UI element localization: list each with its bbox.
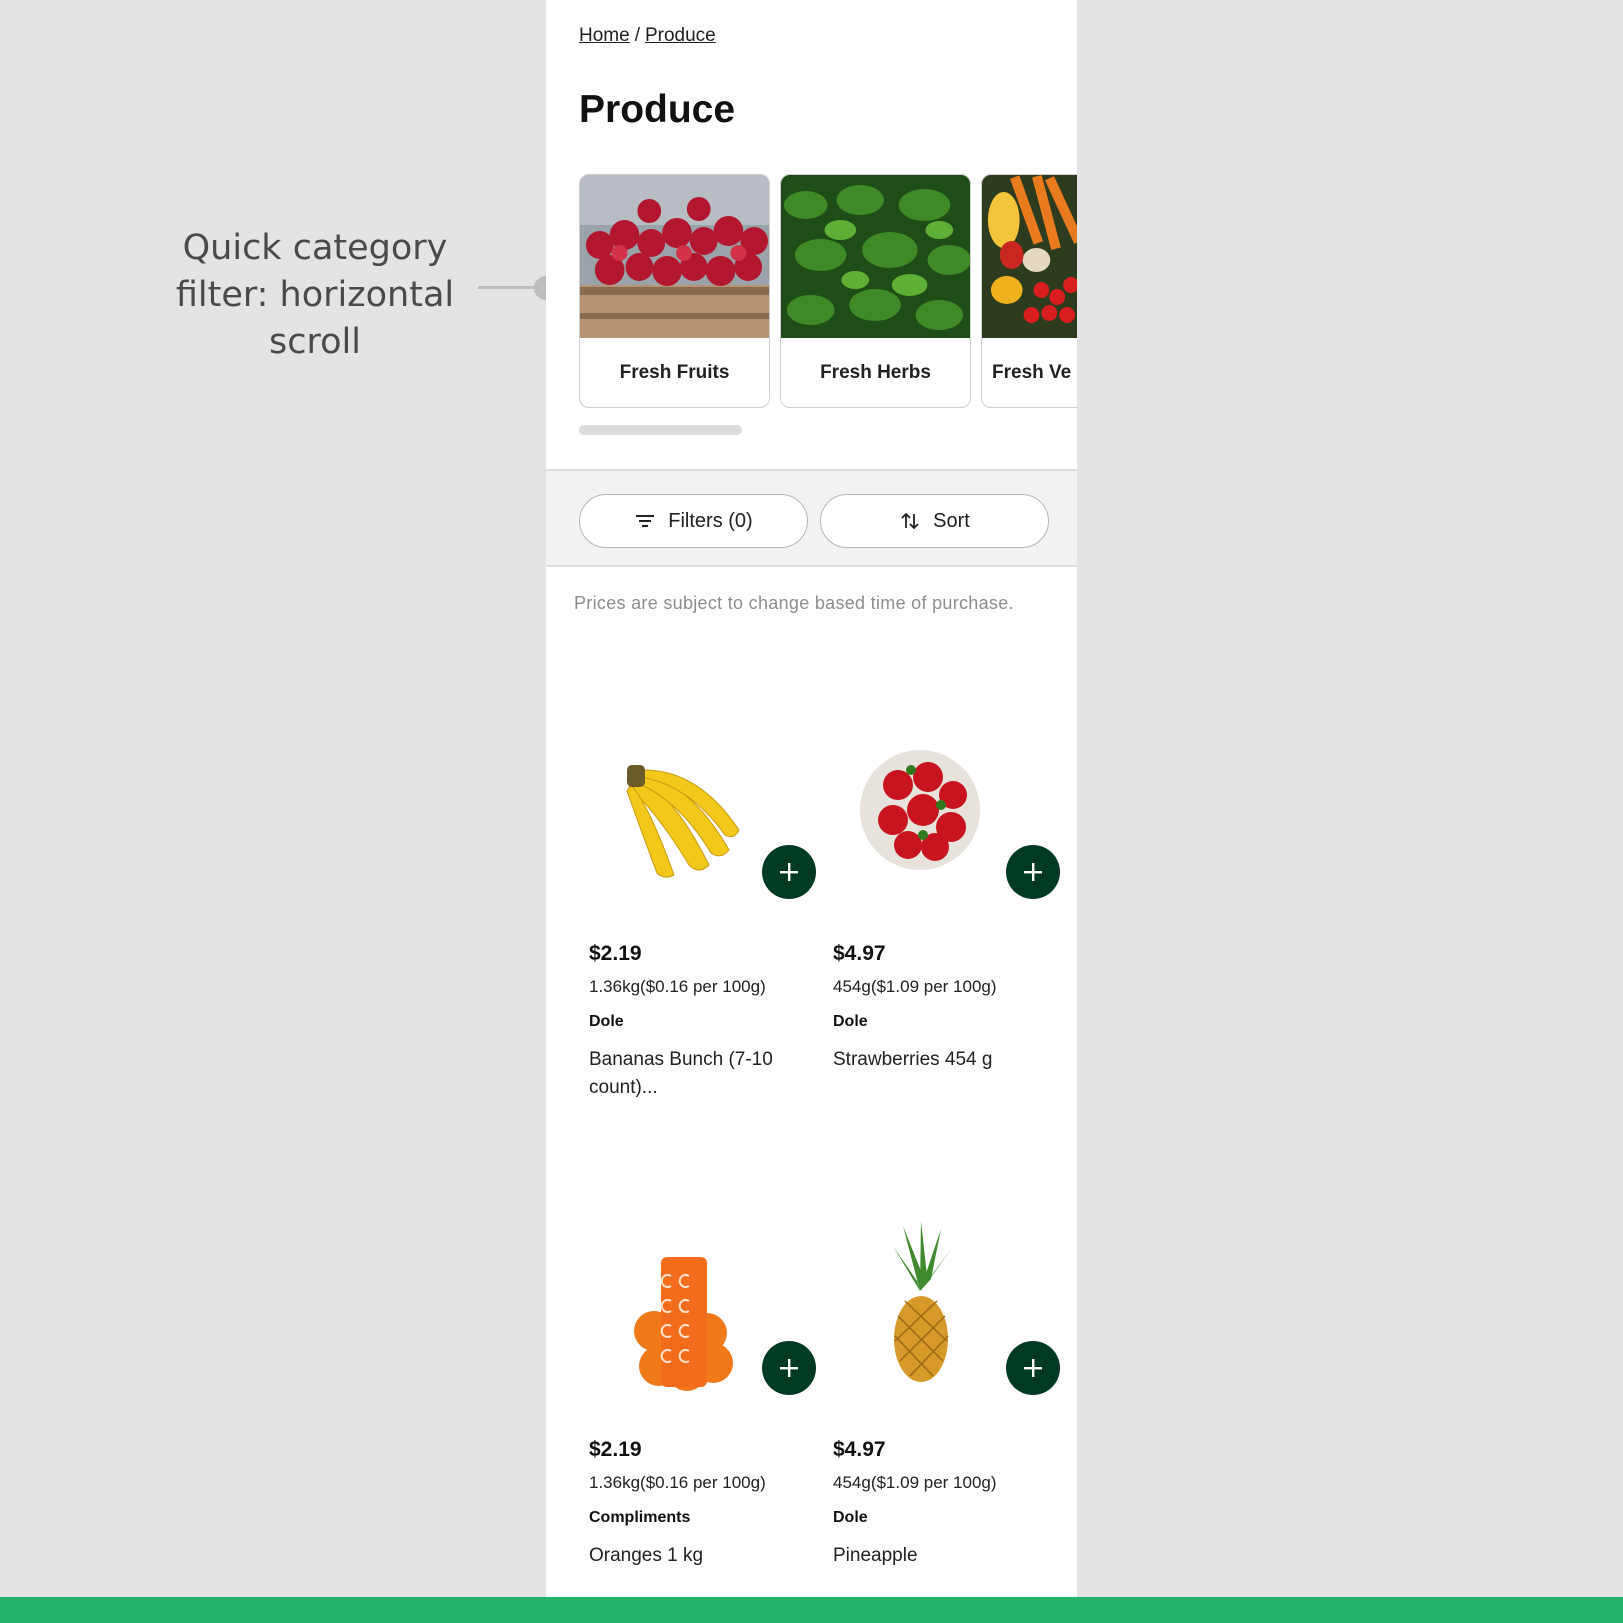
mixed-vegetables-photo — [982, 175, 1077, 338]
price-notice: Prices are subject to change based time … — [574, 593, 1014, 613]
category-label: Fresh Herbs — [820, 362, 931, 383]
product-name[interactable]: Bananas Bunch (7-10 count)... — [589, 1046, 789, 1102]
product-name[interactable]: Strawberries 454 g — [833, 1046, 1033, 1074]
product-price: $2.19 — [589, 1438, 642, 1461]
category-label: Fresh Fruits — [619, 362, 730, 383]
product-brand: Dole — [833, 1013, 868, 1030]
product-unit-price: 454g($1.09 per 100g) — [833, 977, 997, 996]
sort-arrows-icon — [901, 512, 919, 530]
page-title: Produce — [579, 88, 736, 131]
product-price: $2.19 — [589, 942, 642, 965]
sort-button[interactable]: Sort — [820, 494, 1049, 548]
filter-sort-bar: Filters (0) Sort — [546, 469, 1077, 567]
product-brand: Dole — [833, 1509, 868, 1526]
filter-icon — [636, 515, 655, 527]
breadcrumb-home-link[interactable]: Home — [579, 25, 630, 46]
add-to-cart-button[interactable] — [1006, 845, 1060, 899]
category-card-fresh-fruits[interactable]: Fresh Fruits — [579, 174, 770, 408]
bottom-accent-bar — [0, 1597, 1623, 1623]
add-to-cart-button[interactable] — [1006, 1341, 1060, 1395]
product-price: $4.97 — [833, 1438, 886, 1461]
plus-icon — [780, 1359, 798, 1377]
product-unit-price: 454g($1.09 per 100g) — [833, 1473, 997, 1492]
sort-label: Sort — [933, 509, 970, 532]
mobile-screen: Home / Produce Produce Fresh Fruits Fres… — [546, 0, 1077, 1597]
product-name[interactable]: Pineapple — [833, 1542, 1033, 1570]
category-scrollbar[interactable] — [579, 425, 742, 435]
product-card-pineapple[interactable]: $4.97 454g($1.09 per 100g) Dole Pineappl… — [823, 1221, 1060, 1591]
strawberries-crate-photo — [580, 175, 769, 338]
basil-herbs-photo — [781, 175, 970, 338]
breadcrumb-produce-link[interactable]: Produce — [645, 25, 716, 46]
product-card-bananas[interactable]: $2.19 1.36kg($0.16 per 100g) Dole Banana… — [579, 725, 816, 1105]
category-card-fresh-vegetables[interactable]: Fresh Ve — [981, 174, 1077, 408]
product-name[interactable]: Oranges 1 kg — [589, 1542, 789, 1570]
product-card-oranges[interactable]: $2.19 1.36kg($0.16 per 100g) Compliments… — [579, 1221, 816, 1591]
category-label: Fresh Ve — [992, 362, 1072, 383]
category-scroller[interactable]: Fresh Fruits Fresh Herbs Fresh Ve — [579, 174, 1077, 408]
annotation-text: Quick category filter: horizontal scroll — [175, 228, 455, 362]
filters-button[interactable]: Filters (0) — [579, 494, 808, 548]
breadcrumb-separator: / — [634, 25, 640, 46]
breadcrumb: Home / Produce — [579, 25, 716, 47]
plus-icon — [780, 863, 798, 881]
product-price: $4.97 — [833, 942, 886, 965]
filters-label: Filters (0) — [668, 509, 753, 532]
plus-icon — [1024, 863, 1042, 881]
add-to-cart-button[interactable] — [762, 1341, 816, 1395]
product-card-strawberries[interactable]: $4.97 454g($1.09 per 100g) Dole Strawber… — [823, 725, 1060, 1105]
category-card-fresh-herbs[interactable]: Fresh Herbs — [780, 174, 971, 408]
add-to-cart-button[interactable] — [762, 845, 816, 899]
product-brand: Compliments — [589, 1509, 691, 1526]
product-unit-price: 1.36kg($0.16 per 100g) — [589, 977, 766, 996]
product-unit-price: 1.36kg($0.16 per 100g) — [589, 1473, 766, 1492]
plus-icon — [1024, 1359, 1042, 1377]
product-brand: Dole — [589, 1013, 624, 1030]
